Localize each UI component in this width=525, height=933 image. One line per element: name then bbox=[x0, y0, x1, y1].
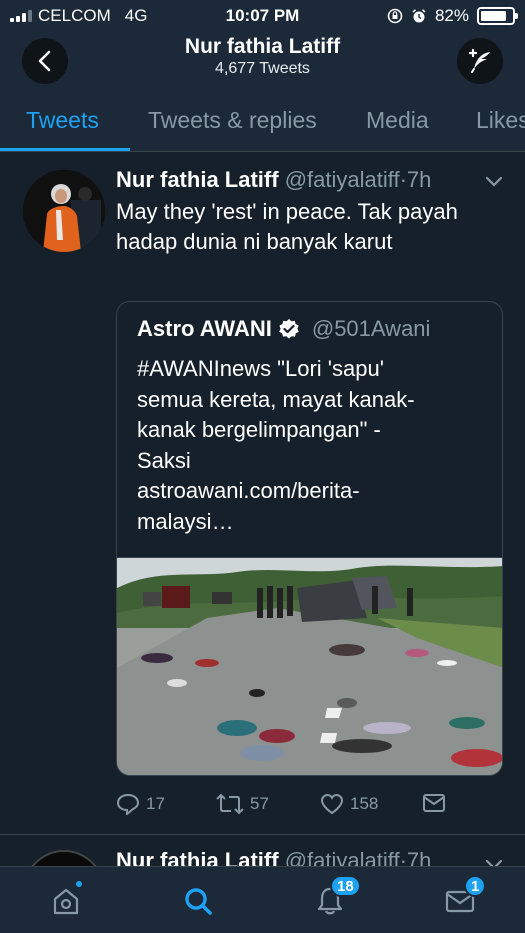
like-count: 158 bbox=[350, 794, 379, 813]
quoted-text-line[interactable]: astroawani.com/berita- bbox=[137, 476, 477, 507]
mail-share-icon bbox=[423, 794, 445, 812]
tab-tweets[interactable]: Tweets bbox=[26, 107, 99, 134]
quoted-text-line: semua kereta, mayat kanak- bbox=[137, 386, 415, 412]
bottom-navigation: 18 1 bbox=[0, 866, 525, 933]
quoted-tweet-photo[interactable] bbox=[117, 557, 502, 775]
next-tweet-header: Nur fathia Latiff @fatiyalatiff·7h bbox=[116, 848, 431, 866]
heart-icon bbox=[320, 793, 344, 815]
quoted-tweet[interactable]: Astro AWANI @501Awani #AWANInews "Lori '… bbox=[116, 301, 503, 776]
nav-home[interactable] bbox=[46, 879, 86, 921]
accident-scene-photo bbox=[117, 558, 502, 775]
tweet-menu-button[interactable] bbox=[485, 175, 503, 193]
nav-notifications[interactable]: 18 bbox=[310, 875, 361, 921]
battery-icon bbox=[477, 7, 518, 25]
quoted-tweet-header: Astro AWANI @501Awani bbox=[137, 316, 430, 342]
home-icon bbox=[53, 888, 79, 915]
profile-header: Nur fathia Latiff 4,677 Tweets bbox=[0, 32, 525, 90]
retweet-icon bbox=[216, 793, 244, 815]
profile-name-title: Nur fathia Latiff bbox=[184, 35, 341, 58]
quoted-text-line: kanak bergelimpangan" - bbox=[137, 417, 381, 442]
notifications-badge: 18 bbox=[330, 875, 361, 897]
tweet-actions: 17 57 158 bbox=[116, 793, 456, 823]
signal-strength-icon bbox=[10, 10, 32, 22]
avatar[interactable] bbox=[23, 170, 105, 252]
chevron-down-icon bbox=[485, 859, 503, 866]
tweet-timestamp[interactable]: 7h bbox=[407, 848, 431, 866]
compose-tweet-button[interactable] bbox=[457, 38, 503, 84]
avatar-photo bbox=[23, 170, 105, 252]
status-bar: CELCOM 4G 10:07 PM 82% bbox=[0, 0, 525, 32]
quoted-author-name: Astro AWANI bbox=[137, 316, 272, 341]
profile-tabs: Tweets Tweets & replies Media Likes bbox=[0, 90, 525, 152]
alarm-icon bbox=[412, 9, 426, 23]
search-icon bbox=[185, 888, 212, 915]
tab-media[interactable]: Media bbox=[366, 107, 429, 134]
tweet-timestamp[interactable]: 7h bbox=[407, 167, 431, 192]
quoted-text-line[interactable]: malaysi… bbox=[137, 507, 477, 538]
chevron-down-icon bbox=[485, 176, 503, 187]
retweet-button[interactable]: 57 bbox=[216, 793, 269, 815]
tab-likes[interactable]: Likes bbox=[476, 107, 525, 134]
compose-feather-icon bbox=[468, 48, 490, 73]
tweet-author-name[interactable]: Nur fathia Latiff bbox=[116, 848, 279, 866]
tweet-text: May they 'rest' in peace. Tak payah hada… bbox=[116, 199, 458, 254]
verified-badge-icon bbox=[279, 319, 299, 339]
tweet-count: 4,677 Tweets bbox=[215, 60, 310, 77]
tweet-author-handle[interactable]: @fatiyalatiff bbox=[285, 167, 400, 192]
home-new-indicator bbox=[74, 879, 84, 889]
tweet[interactable]: Nur fathia Latiff @fatiyalatiff·7h May t… bbox=[0, 153, 525, 835]
avatar[interactable] bbox=[23, 850, 105, 866]
active-tab-indicator bbox=[0, 148, 130, 151]
tweet-menu-button[interactable] bbox=[485, 858, 503, 866]
network-type: 4G bbox=[124, 6, 148, 25]
tweet-header: Nur fathia Latiff @fatiyalatiff·7h bbox=[116, 167, 431, 193]
orientation-lock-icon bbox=[387, 8, 403, 24]
reply-count: 17 bbox=[146, 794, 165, 813]
nav-search[interactable] bbox=[178, 881, 218, 921]
nav-messages[interactable]: 1 bbox=[440, 875, 487, 921]
tab-tweets-and-replies[interactable]: Tweets & replies bbox=[148, 107, 317, 134]
carrier-name: CELCOM bbox=[38, 6, 111, 25]
tweet-author-name[interactable]: Nur fathia Latiff bbox=[116, 167, 279, 192]
battery-fill bbox=[481, 11, 506, 21]
tweet-separator: · bbox=[399, 167, 407, 192]
status-left: CELCOM 4G bbox=[10, 6, 180, 26]
reply-button[interactable]: 17 bbox=[116, 793, 165, 815]
like-button[interactable]: 158 bbox=[320, 793, 378, 815]
quoted-author-handle: @501Awani bbox=[311, 316, 431, 341]
battery-percent: 82% bbox=[434, 6, 469, 25]
share-button[interactable] bbox=[422, 793, 446, 813]
quoted-text-line: #AWANInews "Lori 'sapu' bbox=[137, 356, 384, 381]
reply-icon bbox=[116, 793, 140, 815]
tweet-author-handle[interactable]: @fatiyalatiff bbox=[285, 848, 400, 866]
next-tweet-preview[interactable]: Nur fathia Latiff @fatiyalatiff·7h bbox=[0, 836, 525, 866]
messages-badge: 1 bbox=[464, 875, 487, 897]
tweet-separator: · bbox=[399, 848, 407, 866]
retweet-count: 57 bbox=[250, 794, 269, 813]
quoted-text-line: Saksi bbox=[137, 447, 191, 473]
quoted-tweet-text: #AWANInews "Lori 'sapu' semua kereta, ma… bbox=[137, 354, 477, 537]
status-right: 82% bbox=[387, 6, 518, 26]
